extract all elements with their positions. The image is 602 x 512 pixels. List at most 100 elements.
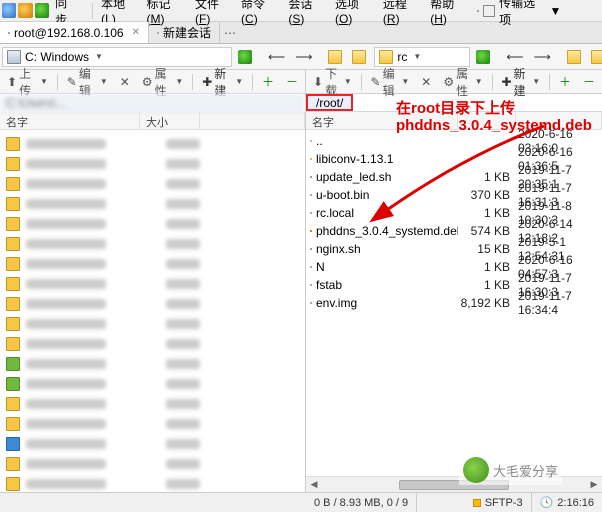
col-date-remote[interactable] <box>516 112 602 129</box>
file-name: u-boot.bin <box>316 188 369 202</box>
list-item[interactable] <box>6 214 299 234</box>
list-item[interactable] <box>6 474 299 494</box>
sel-minus-local[interactable]: － <box>281 71 303 92</box>
list-item[interactable] <box>6 394 299 414</box>
folder-icon <box>6 257 20 271</box>
local-path-bar: C:\Users\... <box>0 94 305 112</box>
sel-plus-remote[interactable]: ＋ <box>554 71 576 92</box>
col-extra[interactable] <box>200 112 305 129</box>
file-name: phddns_3.0.4_systemd.deb <box>316 224 458 238</box>
folder-icon <box>6 357 20 371</box>
table-row[interactable]: env.img8,192 KB2019-11-7 16:34:4 <box>306 294 602 312</box>
local-path-text: C: Windows <box>25 50 89 64</box>
app-icon-2 <box>18 3 32 18</box>
list-item[interactable] <box>6 254 299 274</box>
list-item[interactable] <box>6 234 299 254</box>
col-name-remote[interactable]: 名字 <box>306 112 458 129</box>
list-item[interactable] <box>6 194 299 214</box>
host-icon <box>8 32 10 34</box>
file-size: 370 KB <box>458 188 516 202</box>
list-item[interactable] <box>6 454 299 474</box>
list-item[interactable] <box>6 374 299 394</box>
watermark-icon <box>463 457 489 483</box>
watermark: 大毛爱分享 <box>459 455 562 485</box>
close-icon[interactable]: ✕ <box>132 27 140 38</box>
file-icon <box>310 194 312 196</box>
sel-plus-local[interactable]: ＋ <box>257 71 279 92</box>
file-size: 574 KB <box>458 224 516 238</box>
menu-options[interactable]: 选项(O) <box>331 0 379 28</box>
file-icon <box>310 266 312 268</box>
file-date: 2019-11-7 16:34:4 <box>516 289 602 317</box>
file-name: env.img <box>316 296 357 310</box>
list-item[interactable] <box>6 314 299 334</box>
separator <box>92 3 93 19</box>
col-name[interactable]: 名字 <box>0 112 140 129</box>
menu-session[interactable]: 会话(S) <box>284 0 331 28</box>
folder-icon <box>6 437 20 451</box>
tab-overflow[interactable]: ⋯ <box>220 26 240 40</box>
file-size: 1 KB <box>458 206 516 220</box>
folder-icon <box>6 377 20 391</box>
folder-icon <box>6 417 20 431</box>
remote-path-bar: /root/ <box>306 94 602 112</box>
sync-icon[interactable] <box>35 3 49 18</box>
list-item[interactable] <box>6 434 299 454</box>
new-session-icon <box>157 32 159 34</box>
file-name: N <box>316 260 325 274</box>
status-transfer: 0 B / 8.93 MB, 0 / 9 <box>306 493 417 512</box>
local-file-list[interactable] <box>0 130 305 498</box>
folder-icon <box>6 297 20 311</box>
status-time: 🕓 2:16:16 <box>532 493 602 512</box>
list-item[interactable] <box>6 274 299 294</box>
watermark-text: 大毛爱分享 <box>493 461 558 480</box>
remote-path-box[interactable]: /root/ <box>306 94 353 111</box>
folder-icon <box>6 477 20 491</box>
drive-icon <box>7 50 21 64</box>
remote-path-text: rc <box>397 50 407 64</box>
folder-icon <box>6 237 20 251</box>
menu-transfer-options[interactable]: 传输选项 <box>495 0 549 30</box>
file-name: fstab <box>316 278 342 292</box>
menu-command[interactable]: 命令(C) <box>237 0 284 28</box>
remote-file-list[interactable]: ..2020-6-16 03:16:0libiconv-1.13.12020-6… <box>306 130 602 476</box>
local-action-bar: ⬆ 上传▼ ✎ 编辑▼ ✕ ⚙ 属性▼ ✚ 新建▼ ＋ － <box>0 70 306 94</box>
tab-new-session-label: 新建会话 <box>163 24 211 41</box>
folder-icon <box>6 317 20 331</box>
local-file-header: 名字 大小 <box>0 112 305 130</box>
list-item[interactable] <box>6 334 299 354</box>
tab-new-session[interactable]: 新建会话 <box>149 22 220 43</box>
status-bar: 0 B / 8.93 MB, 0 / 9 SFTP-3 🕓 2:16:16 <box>306 492 602 512</box>
window-icon[interactable] <box>483 5 495 17</box>
local-status-blank <box>0 492 306 512</box>
list-item[interactable] <box>6 174 299 194</box>
col-size[interactable]: 大小 <box>140 112 200 129</box>
chevron-down-icon[interactable]: ▼ <box>550 4 562 18</box>
file-icon <box>310 248 312 250</box>
remote-up[interactable] <box>587 47 602 67</box>
file-icon <box>310 158 312 160</box>
remote-home[interactable] <box>563 47 585 67</box>
col-size-remote[interactable] <box>458 112 516 129</box>
lock-icon <box>473 499 481 507</box>
delete-remote[interactable]: ✕ <box>416 73 436 91</box>
list-item[interactable] <box>6 414 299 434</box>
disk-icon[interactable] <box>477 10 479 12</box>
menu-help[interactable]: 帮助(H) <box>426 0 473 28</box>
list-item[interactable] <box>6 354 299 374</box>
list-item[interactable] <box>6 154 299 174</box>
list-item[interactable] <box>6 134 299 154</box>
menu-remote[interactable]: 远程(R) <box>379 0 426 28</box>
file-icon <box>310 140 312 142</box>
tab-session-1[interactable]: root@192.168.0.106 ✕ <box>0 22 149 43</box>
chevron-down-icon[interactable]: ▼ <box>413 52 421 61</box>
list-item[interactable] <box>6 294 299 314</box>
menu-bar: 同步 本地(L) 标记(M) 文件(F) 命令(C) 会话(S) 选项(O) 远… <box>0 0 602 22</box>
sel-minus-remote[interactable]: － <box>578 71 600 92</box>
folder-icon <box>6 277 20 291</box>
file-size: 8,192 KB <box>458 296 516 310</box>
remote-file-header: 名字 <box>306 112 602 130</box>
chevron-down-icon[interactable]: ▼ <box>95 52 103 61</box>
delete-local[interactable]: ✕ <box>115 73 135 91</box>
local-back[interactable]: ⟵ <box>264 47 289 67</box>
